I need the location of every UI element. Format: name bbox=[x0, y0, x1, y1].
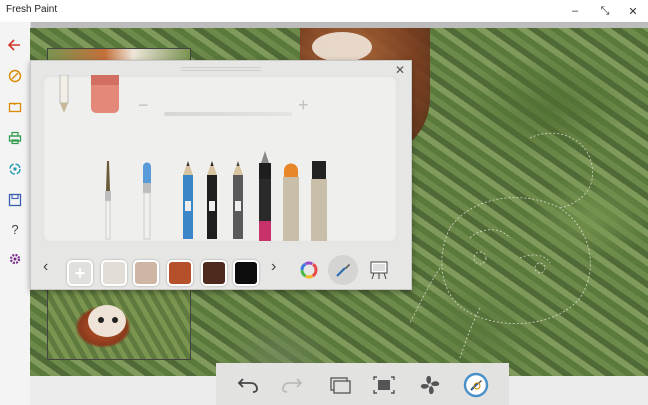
color-swatch[interactable] bbox=[133, 260, 159, 286]
layers-icon bbox=[330, 377, 351, 394]
question-icon: ? bbox=[11, 221, 19, 237]
pencil-black-tool[interactable] bbox=[202, 161, 222, 241]
back-button[interactable] bbox=[0, 32, 30, 58]
marker-orange-tool[interactable] bbox=[280, 161, 302, 243]
brush-size-decrease[interactable]: − bbox=[138, 95, 149, 116]
bottom-right-strip bbox=[509, 376, 648, 405]
undo-button[interactable] bbox=[234, 371, 262, 399]
color-swatch[interactable] bbox=[201, 260, 227, 286]
color-picker-button[interactable] bbox=[462, 371, 490, 399]
app-title: Fresh Paint bbox=[6, 4, 58, 15]
fine-brush-tool[interactable] bbox=[100, 161, 116, 241]
restore-button[interactable]: ⤡ bbox=[590, 0, 620, 22]
pen-tool[interactable] bbox=[254, 151, 276, 243]
save-icon bbox=[8, 193, 22, 207]
share-icon bbox=[9, 163, 21, 175]
minimize-button[interactable]: – bbox=[560, 0, 590, 22]
pencil-tool[interactable] bbox=[56, 75, 72, 115]
canvas-settings-button[interactable] bbox=[365, 257, 393, 283]
help-button[interactable]: ? bbox=[0, 216, 30, 242]
wide-brush-tool[interactable] bbox=[138, 161, 156, 241]
sidebar: ? bbox=[0, 22, 31, 405]
paint-button[interactable] bbox=[0, 63, 30, 89]
gear-icon bbox=[9, 253, 21, 265]
fit-screen-icon bbox=[373, 376, 395, 394]
plus-icon: + bbox=[74, 262, 86, 283]
color-picker-icon bbox=[463, 372, 489, 398]
save-button[interactable] bbox=[0, 187, 30, 213]
printer-icon bbox=[8, 131, 22, 145]
color-wheel-button[interactable] bbox=[295, 257, 323, 283]
red-panda-face bbox=[88, 305, 126, 337]
print-button[interactable] bbox=[0, 125, 30, 151]
color-swatch[interactable] bbox=[233, 260, 259, 286]
open-button[interactable] bbox=[0, 94, 30, 120]
arrow-left-icon bbox=[8, 39, 20, 51]
redo-button[interactable] bbox=[278, 371, 306, 399]
fan-icon bbox=[420, 375, 440, 395]
share-button[interactable] bbox=[0, 156, 30, 182]
dry-canvas-button[interactable] bbox=[416, 371, 444, 399]
brush-tools-button[interactable] bbox=[328, 255, 358, 285]
fit-screen-button[interactable] bbox=[370, 371, 398, 399]
previous-colors-arrow[interactable]: ‹ bbox=[43, 258, 48, 276]
marker-black-tool[interactable] bbox=[308, 161, 330, 243]
bottom-left-strip bbox=[30, 376, 216, 405]
panel-drag-handle[interactable] bbox=[181, 65, 261, 71]
reference-image[interactable] bbox=[47, 286, 191, 360]
close-window-button[interactable]: ✕ bbox=[618, 0, 648, 22]
undo-icon bbox=[237, 378, 258, 393]
folder-icon bbox=[8, 102, 22, 113]
settings-button[interactable] bbox=[0, 246, 30, 272]
color-wheel-icon bbox=[300, 261, 318, 279]
panel-close-icon[interactable]: ✕ bbox=[395, 63, 405, 77]
tool-tray: − + bbox=[42, 75, 398, 243]
brush-circle-icon bbox=[8, 69, 22, 83]
eraser-tool[interactable] bbox=[88, 75, 122, 117]
add-color-swatch[interactable]: + bbox=[67, 260, 93, 286]
paint-tools-panel: ✕ − + ‹ + › bbox=[30, 60, 412, 290]
color-swatch[interactable] bbox=[101, 260, 127, 286]
paintbrush-icon bbox=[336, 264, 350, 277]
color-swatch[interactable] bbox=[167, 260, 193, 286]
red-panda-ear-patch bbox=[312, 32, 372, 62]
bottom-toolbar bbox=[216, 363, 509, 405]
brush-size-increase[interactable]: + bbox=[298, 95, 309, 116]
brush-size-slider[interactable] bbox=[164, 112, 292, 116]
color-bar: ‹ + › bbox=[31, 255, 411, 286]
red-panda-eye bbox=[112, 317, 118, 323]
title-bar: Fresh Paint – ⤡ ✕ bbox=[0, 0, 648, 23]
easel-icon bbox=[370, 261, 388, 280]
redo-icon bbox=[282, 378, 303, 393]
next-colors-arrow[interactable]: › bbox=[271, 258, 276, 276]
pencil-gray-tool[interactable] bbox=[228, 161, 248, 241]
red-panda-eye bbox=[98, 317, 104, 323]
layers-button[interactable] bbox=[326, 371, 354, 399]
pencil-blue-tool[interactable] bbox=[178, 161, 198, 241]
line-sketch bbox=[410, 132, 594, 358]
